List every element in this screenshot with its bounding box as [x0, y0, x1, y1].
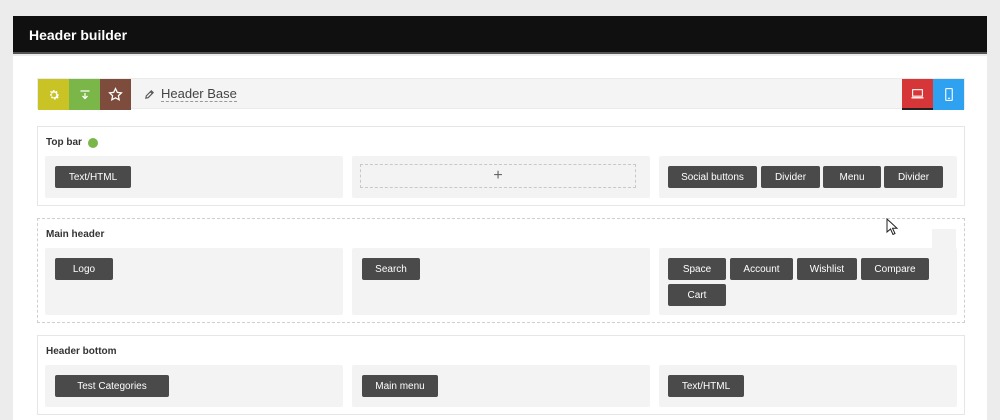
builder-panel: Header Base Top bar Text/HTML + Social b…: [13, 56, 987, 420]
column-right: Social buttons Divider Menu Divider: [659, 156, 957, 198]
gear-icon: [49, 89, 59, 99]
column-right: Space Account Wishlist Compare Cart: [659, 248, 957, 315]
column-center: Main menu: [352, 365, 650, 407]
element-space[interactable]: Space: [668, 258, 726, 280]
section-header-bottom: Header bottom Test Categories Main menu …: [37, 335, 965, 415]
section-corner-tab: [932, 229, 956, 265]
column-left: Test Categories: [45, 365, 343, 407]
section-title: Header bottom: [46, 346, 117, 357]
column-left: Text/HTML: [45, 156, 343, 198]
section-main-header: Main header Logo Search Space Account Wi…: [37, 218, 965, 323]
favorite-button[interactable]: [100, 79, 131, 110]
element-divider[interactable]: Divider: [761, 166, 820, 188]
element-logo[interactable]: Logo: [55, 258, 113, 280]
section-title: Top bar: [46, 137, 98, 148]
section-status-dot[interactable]: [87, 137, 98, 148]
section-title-text: Top bar: [46, 137, 82, 148]
element-divider[interactable]: Divider: [884, 166, 943, 188]
window-titlebar: Header builder: [13, 16, 987, 54]
element-social-buttons[interactable]: Social buttons: [668, 166, 757, 188]
settings-button[interactable]: [38, 79, 69, 110]
column-right: Text/HTML: [659, 365, 957, 407]
section-title-text: Main header: [46, 229, 105, 240]
desktop-view-button[interactable]: [902, 79, 933, 110]
mouse-cursor-icon: [886, 218, 898, 236]
column-left: Logo: [45, 248, 343, 315]
header-base-label: Header Base: [161, 86, 237, 102]
section-title: Main header: [46, 229, 104, 240]
desktop-icon: [911, 88, 924, 98]
column-center: Search: [352, 248, 650, 315]
mobile-view-button[interactable]: [933, 79, 964, 110]
header-toolbar: Header Base: [37, 78, 965, 110]
element-main-menu[interactable]: Main menu: [362, 375, 438, 397]
section-top-bar: Top bar Text/HTML + Social buttons Divid…: [37, 126, 965, 206]
element-text-html[interactable]: Text/HTML: [55, 166, 131, 188]
element-compare[interactable]: Compare: [861, 258, 929, 280]
element-menu[interactable]: Menu: [823, 166, 881, 188]
import-icon: [80, 89, 89, 99]
pencil-icon: [145, 89, 154, 99]
header-base-name[interactable]: Header Base: [144, 86, 237, 102]
import-button[interactable]: [69, 79, 100, 110]
column-center: +: [352, 156, 650, 198]
element-wishlist[interactable]: Wishlist: [797, 258, 857, 280]
window-title: Header builder: [29, 27, 128, 43]
element-test-categories[interactable]: Test Categories: [55, 375, 169, 397]
element-search[interactable]: Search: [362, 258, 420, 280]
element-cart[interactable]: Cart: [668, 284, 726, 306]
mobile-icon: [944, 88, 953, 101]
section-title-text: Header bottom: [46, 346, 117, 357]
element-text-html[interactable]: Text/HTML: [668, 375, 744, 397]
add-element-button[interactable]: +: [360, 164, 636, 188]
element-account[interactable]: Account: [730, 258, 793, 280]
star-icon: [108, 87, 123, 101]
